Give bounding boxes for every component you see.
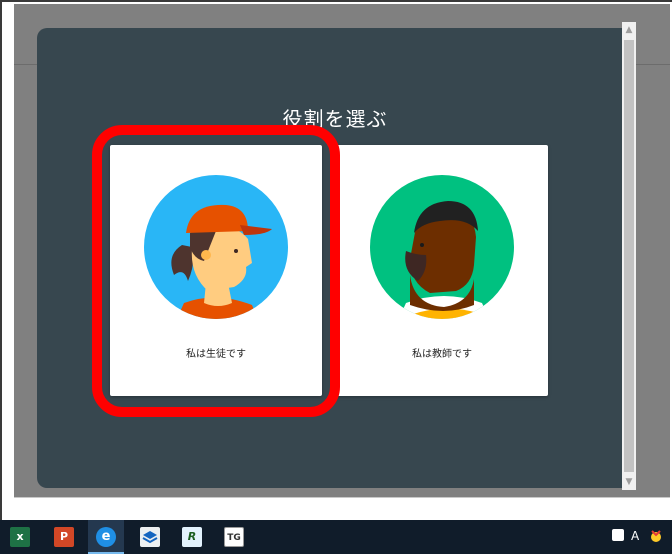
teacher-card[interactable]: 私は教師です — [336, 145, 548, 396]
app-stack-icon[interactable] — [140, 527, 160, 547]
tray-contrast-icon[interactable] — [612, 529, 624, 541]
taskbar: x P e R TG A — [0, 520, 672, 554]
scrollbar-thumb[interactable] — [624, 40, 634, 472]
scroll-down-arrow-icon[interactable]: ▼ — [622, 474, 636, 490]
vertical-scrollbar[interactable]: ▲ ▼ — [622, 22, 636, 490]
excel-icon[interactable]: x — [10, 527, 30, 547]
tray-app-icon[interactable] — [648, 528, 664, 547]
window-frame-top — [0, 0, 672, 2]
scroll-up-arrow-icon[interactable]: ▲ — [622, 22, 636, 38]
powerpoint-icon[interactable]: P — [54, 527, 74, 547]
teacher-role-label: 私は教師です — [412, 349, 472, 360]
r-app-icon[interactable]: R — [182, 527, 202, 547]
dialog-title: 役割を選ぶ — [282, 107, 388, 131]
page-footer-area — [14, 497, 670, 520]
student-avatar-icon — [144, 175, 288, 319]
teacher-avatar-icon — [370, 175, 514, 319]
window-frame-left — [0, 0, 2, 520]
role-select-dialog: 役割を選ぶ 私は生徒です 私は教師です — [37, 28, 633, 488]
edge-icon[interactable]: e — [96, 527, 116, 547]
student-card[interactable]: 私は生徒です — [110, 145, 322, 396]
ime-mode-indicator[interactable]: A — [631, 529, 639, 543]
student-role-label: 私は生徒です — [186, 349, 246, 360]
tg-app-icon[interactable]: TG — [224, 527, 244, 547]
